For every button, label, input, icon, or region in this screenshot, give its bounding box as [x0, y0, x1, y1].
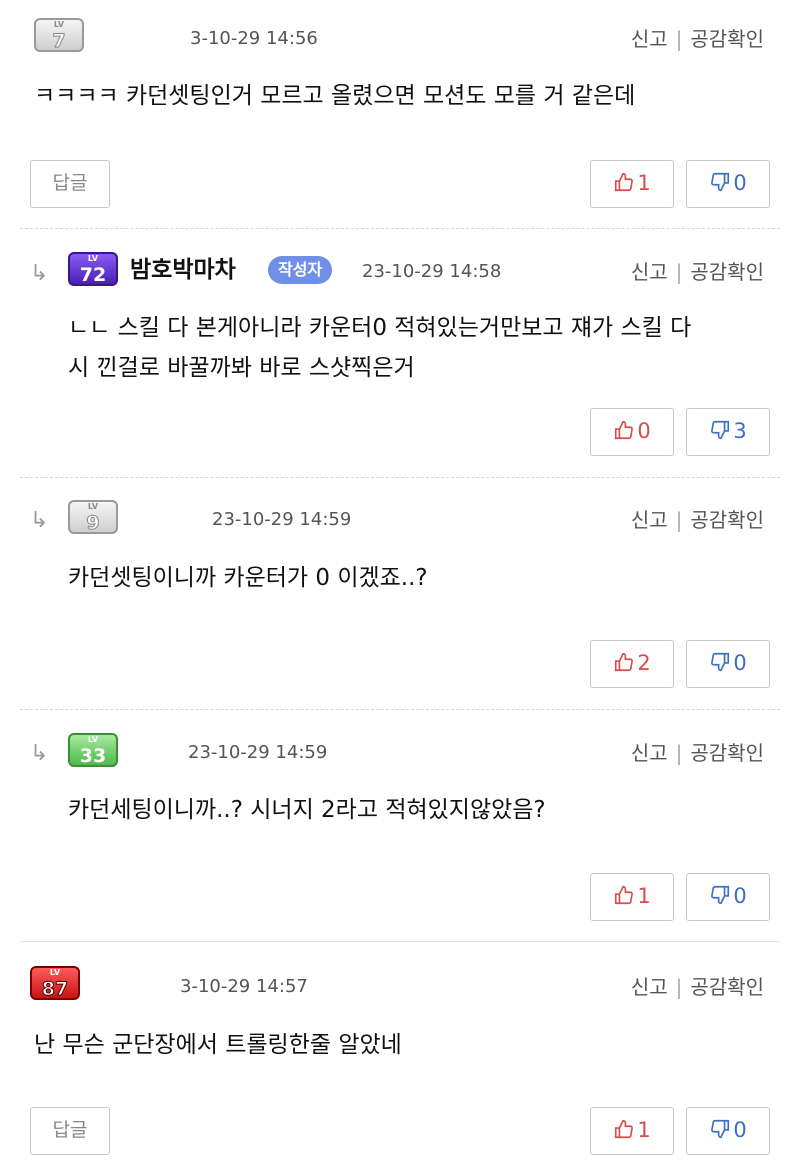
downvote-button[interactable]: 0	[686, 873, 770, 921]
comment-actions: 신고 | 공감확인	[630, 975, 764, 999]
downvote-button[interactable]: 0	[686, 160, 770, 208]
report-link[interactable]: 신고	[631, 741, 668, 765]
comment-actions: 신고 | 공감확인	[630, 27, 764, 51]
comment-date: 3-10-29 14:57	[180, 976, 308, 997]
thumbs-down-icon	[711, 885, 730, 905]
comment-actions: 신고 | 공감확인	[630, 508, 764, 532]
thumbs-up-icon	[615, 1119, 634, 1139]
comment-date: 23-10-29 14:59	[212, 509, 352, 530]
divider	[20, 941, 780, 942]
comment-date: 3-10-29 14:56	[190, 28, 318, 49]
reply-button[interactable]: 답글	[30, 1107, 110, 1155]
thumbs-down-icon	[711, 172, 730, 192]
thumbs-down-icon	[711, 1119, 730, 1139]
comment-body: 카던세팅이니까..? 시너지 2라고 적혀있지않았음?	[68, 797, 546, 823]
downvote-button[interactable]: 0	[686, 1107, 770, 1155]
level-badge: LV 7	[34, 18, 84, 53]
divider	[20, 709, 780, 710]
report-link[interactable]: 신고	[631, 975, 668, 999]
reply-arrow-icon: ↳	[30, 508, 49, 533]
reply-arrow-icon: ↳	[30, 261, 49, 286]
comment-body: 카던셋팅이니까 카운터가 0 이겠죠..?	[68, 565, 428, 591]
report-link[interactable]: 신고	[631, 508, 668, 532]
sympathy-check-link[interactable]: 공감확인	[690, 260, 764, 284]
sympathy-check-link[interactable]: 공감확인	[690, 27, 764, 51]
thumbs-down-icon	[711, 652, 730, 672]
thumbs-up-icon	[615, 652, 634, 672]
comment-body: ㄴㄴ 스킬 다 본게아니라 카운터0 적혀있는거만보고 쟤가 스킬 다 시 낀걸…	[68, 315, 692, 381]
reply-button[interactable]: 답글	[30, 160, 110, 208]
comment-actions: 신고 | 공감확인	[630, 741, 764, 765]
sympathy-check-link[interactable]: 공감확인	[690, 741, 764, 765]
level-badge: LV 9	[68, 500, 118, 535]
level-badge: LV 33	[68, 733, 118, 767]
comment-body: ㅋㅋㅋㅋ 카던셋팅인거 모르고 올렸으면 모션도 모를 거 같은데	[34, 83, 636, 109]
divider	[20, 477, 780, 478]
upvote-button[interactable]: 1	[590, 160, 674, 208]
level-badge: LV 72	[68, 252, 118, 286]
thumbs-up-icon	[615, 420, 634, 440]
level-badge: LV 87	[30, 966, 80, 1001]
thumbs-up-icon	[615, 172, 634, 192]
sympathy-check-link[interactable]: 공감확인	[690, 975, 764, 999]
writer-tag-badge: 작성자	[268, 256, 333, 284]
downvote-button[interactable]: 3	[686, 408, 770, 456]
author-name[interactable]: 밤호박마차	[130, 255, 236, 285]
downvote-button[interactable]: 0	[686, 640, 770, 688]
comment-date: 23-10-29 14:58	[362, 261, 502, 282]
comment-body: 난 무슨 군단장에서 트롤링한줄 알았네	[34, 1032, 402, 1058]
sympathy-check-link[interactable]: 공감확인	[690, 508, 764, 532]
reply-arrow-icon: ↳	[30, 741, 49, 766]
thumbs-up-icon	[615, 885, 634, 905]
upvote-button[interactable]: 2	[590, 640, 674, 688]
upvote-button[interactable]: 1	[590, 1107, 674, 1155]
divider	[20, 228, 780, 229]
upvote-button[interactable]: 1	[590, 873, 674, 921]
thumbs-down-icon	[711, 420, 730, 440]
upvote-button[interactable]: 0	[590, 408, 674, 456]
comment-date: 23-10-29 14:59	[188, 742, 328, 763]
report-link[interactable]: 신고	[631, 27, 668, 51]
comment-actions: 신고 | 공감확인	[630, 260, 764, 284]
report-link[interactable]: 신고	[631, 260, 668, 284]
